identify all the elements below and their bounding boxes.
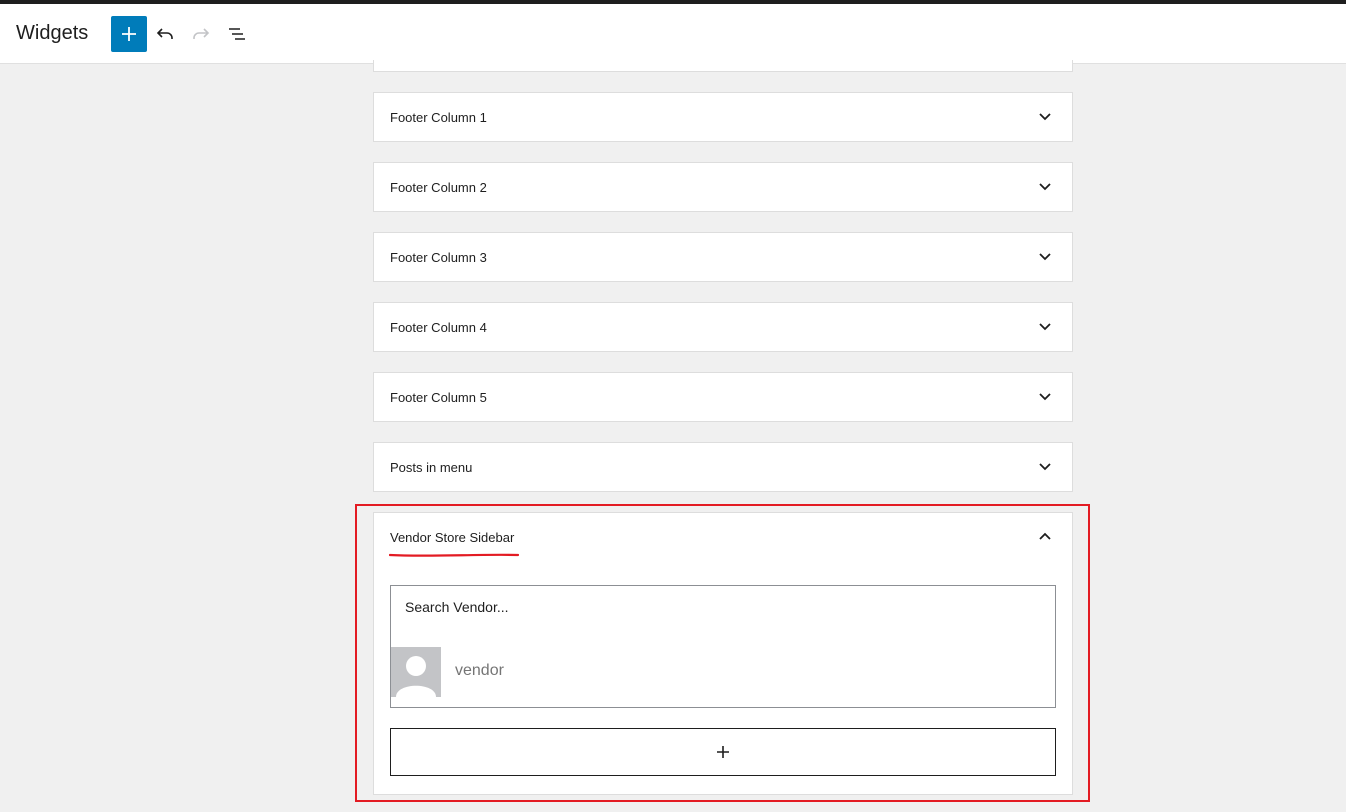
add-block-button[interactable] [111,16,147,52]
list-view-icon [229,28,245,40]
undo-icon [156,28,173,39]
annotation-highlight-box [355,504,1090,802]
widget-area-posts-in-menu[interactable]: Posts in menu [373,442,1073,492]
chevron-down-icon [1039,463,1051,471]
chevron-down-icon [1039,253,1051,261]
widget-area-title: Footer Column 1 [390,110,487,125]
widget-area-footer-column-2[interactable]: Footer Column 2 [373,162,1073,212]
editor-header: Widgets [0,4,1346,64]
redo-icon [193,28,210,39]
widget-area-title: Footer Column 3 [390,250,487,265]
chevron-down-icon [1039,183,1051,191]
plus-icon [122,27,136,41]
chevron-down-icon [1039,393,1051,401]
widget-area-title: Posts in menu [390,460,473,475]
redo-button[interactable] [183,16,219,52]
widget-area-title: Footer Column 5 [390,390,487,405]
widget-area-footer-column-5[interactable]: Footer Column 5 [373,372,1073,422]
widget-area-footer-column-4[interactable]: Footer Column 4 [373,302,1073,352]
chevron-down-icon [1039,113,1051,121]
list-view-button[interactable] [219,16,255,52]
widget-area-footer-column-3[interactable]: Footer Column 3 [373,232,1073,282]
widget-area-title: Footer Column 2 [390,180,487,195]
widget-area-partial [373,60,1073,72]
chevron-down-icon [1039,323,1051,331]
page-title: Widgets [16,22,89,44]
undo-button[interactable] [147,16,183,52]
widget-area-footer-column-1[interactable]: Footer Column 1 [373,92,1073,142]
widget-area-title: Footer Column 4 [390,320,487,335]
